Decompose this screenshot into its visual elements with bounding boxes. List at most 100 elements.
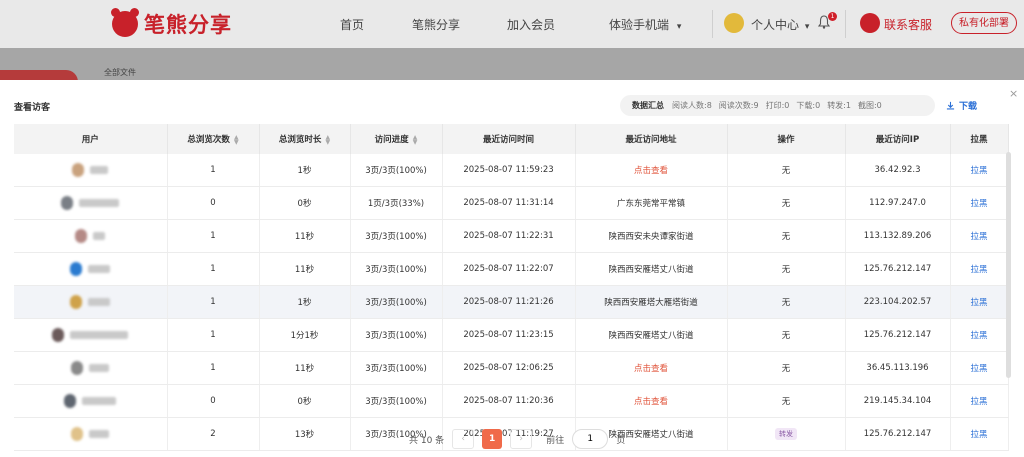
view-address-link[interactable]: 点击查看 <box>634 397 668 407</box>
block-column: 拉黑 <box>950 219 1009 253</box>
views-column: 2 <box>167 417 260 451</box>
address-column: 陕西西安未央谭家街道 <box>575 219 728 253</box>
views-cell: 1 <box>210 165 216 175</box>
progress-cell: 3页/3页(100%) <box>365 397 427 407</box>
block-link[interactable]: 拉黑 <box>970 397 987 407</box>
user-name-blurred <box>90 166 109 174</box>
progress-column: 1页/3页(33%) <box>350 186 443 220</box>
avatar <box>61 196 74 210</box>
block-link[interactable]: 拉黑 <box>970 331 987 341</box>
duration-column: 0秒 <box>259 384 351 418</box>
customer-service-icon[interactable] <box>860 13 880 33</box>
progress-cell: 3页/3页(100%) <box>365 232 427 242</box>
views-cell: 1 <box>210 363 216 373</box>
user-avatar[interactable] <box>724 13 744 33</box>
column-header[interactable]: 总浏览时长 ▲ ▼ <box>259 124 351 154</box>
progress-column: 3页/3页(100%) <box>350 252 443 286</box>
table-row[interactable]: 0 0秒 3页/3页(100%) 2025-08-07 11:20:36 点击查看 无 21… <box>14 384 1009 418</box>
duration-cell: 0秒 <box>297 199 312 209</box>
op-column: 无 <box>727 154 846 187</box>
address-cell: 陕西西安雁塔丈八街道 <box>608 265 694 275</box>
op-column: 转发 <box>727 417 846 451</box>
views-cell: 1 <box>210 231 216 241</box>
nav-divider <box>712 10 713 38</box>
brand-name: 笔熊分享 <box>144 13 232 37</box>
block-column: 拉黑 <box>950 417 1009 451</box>
progress-column: 3页/3页(100%) <box>350 351 443 385</box>
last-visit-time-cell: 2025-08-07 11:22:31 <box>463 231 554 241</box>
top-navbar: 笔熊分享 首页 笔熊分享 加入会员 体验手机端 ▾ 个人中心 ▾ 1 联系客服 … <box>0 0 1024 48</box>
user-center-menu[interactable]: 个人中心 ▾ <box>751 16 809 33</box>
last-visit-time-cell: 2025-08-07 11:22:07 <box>463 264 554 274</box>
duration-column: 11秒 <box>259 351 351 385</box>
table-row[interactable]: 1 1秒 3页/3页(100%) 2025-08-07 11:59:23 点击查看 无 36… <box>14 154 1009 187</box>
goto-label: 前往 <box>546 435 565 446</box>
avatar <box>75 229 88 243</box>
view-address-link[interactable]: 点击查看 <box>634 166 668 176</box>
current-page[interactable]: 1 <box>482 429 503 449</box>
page-unit: 页 <box>616 435 626 446</box>
block-link[interactable]: 拉黑 <box>970 232 987 242</box>
last-visit-time-cell: 2025-08-07 11:21:26 <box>463 297 554 307</box>
address-column: 陕西西安雁塔丈八街道 <box>575 318 728 352</box>
brand-logo[interactable]: 笔熊分享 <box>111 8 232 39</box>
action-cell: 无 <box>781 232 791 242</box>
views-cell: 0 <box>210 198 216 208</box>
user-name-blurred <box>93 232 106 240</box>
progress-cell: 3页/3页(100%) <box>365 331 427 341</box>
view-address-link[interactable]: 点击查看 <box>634 364 668 374</box>
sort-icon[interactable]: ▲ ▼ <box>234 134 239 145</box>
download-label: 下载 <box>959 102 978 112</box>
nav-item-home[interactable]: 首页 <box>340 16 364 33</box>
table-scrollbar[interactable] <box>1006 152 1011 378</box>
table-row[interactable]: 1 11秒 3页/3页(100%) 2025-08-07 12:06:25 点击查看 无 3… <box>14 351 1009 385</box>
block-link[interactable]: 拉黑 <box>970 265 987 275</box>
table-row[interactable]: 1 11秒 3页/3页(100%) 2025-08-07 11:22:31 陕西西安未央… <box>14 219 1009 253</box>
duration-column: 0秒 <box>259 186 351 220</box>
block-link[interactable]: 拉黑 <box>970 199 987 209</box>
column-header: 最近访问时间 <box>442 124 576 154</box>
address-column: 点击查看 <box>575 154 728 187</box>
goto-page-input[interactable] <box>572 429 609 449</box>
nav-item-membership[interactable]: 加入会员 <box>507 16 555 33</box>
column-header[interactable]: 访问进度 ▲ ▼ <box>350 124 443 154</box>
avatar <box>72 163 85 177</box>
ip-cell: 36.42.92.3 <box>874 165 921 175</box>
column-header[interactable]: 总浏览次数 ▲ ▼ <box>167 124 260 154</box>
time-column: 2025-08-07 12:06:25 <box>442 351 576 385</box>
duration-column: 11秒 <box>259 252 351 286</box>
op-column: 无 <box>727 285 846 319</box>
nav-item-mobile[interactable]: 体验手机端 ▾ <box>609 16 681 33</box>
address-cell: 陕西西安雁塔大雁塔街道 <box>604 298 698 308</box>
close-icon[interactable]: × <box>1009 87 1018 100</box>
duration-cell: 11秒 <box>294 232 315 242</box>
action-cell: 无 <box>781 397 791 407</box>
sort-icon[interactable]: ▲ ▼ <box>413 134 418 145</box>
time-column: 2025-08-07 11:21:26 <box>442 285 576 319</box>
nav-item-share[interactable]: 笔熊分享 <box>412 16 460 33</box>
block-link[interactable]: 拉黑 <box>970 298 987 308</box>
user-name-blurred <box>89 364 110 372</box>
duration-cell: 0秒 <box>297 397 312 407</box>
views-cell: 1 <box>210 330 216 340</box>
table-row[interactable]: 0 0秒 1页/3页(33%) 2025-08-07 11:31:14 广东东莞常平常镇… <box>14 186 1009 220</box>
private-deploy-button[interactable]: 私有化部署 <box>951 12 1017 34</box>
sort-icon[interactable]: ▲ ▼ <box>325 134 330 145</box>
progress-column: 3页/3页(100%) <box>350 219 443 253</box>
block-link[interactable]: 拉黑 <box>970 364 987 374</box>
user-cell <box>14 252 168 286</box>
customer-service-link[interactable]: 联系客服 <box>884 16 932 33</box>
block-link[interactable]: 拉黑 <box>970 166 987 176</box>
table-row[interactable]: 1 11秒 3页/3页(100%) 2025-08-07 11:22:07 陕西西安雁塔… <box>14 252 1009 286</box>
table-row[interactable]: 1 1分1秒 3页/3页(100%) 2025-08-07 11:23:15 陕西西安雁… <box>14 318 1009 352</box>
block-link[interactable]: 拉黑 <box>970 430 987 440</box>
table-row[interactable]: 1 1秒 3页/3页(100%) 2025-08-07 11:21:26 陕西西安雁塔大… <box>14 285 1009 319</box>
column-header-label: 用户 <box>81 135 99 145</box>
next-page-button[interactable]: › <box>510 429 533 449</box>
views-cell: 0 <box>210 396 216 406</box>
download-button[interactable]: 下载 <box>946 99 977 112</box>
prev-page-button[interactable]: ‹ <box>452 429 475 449</box>
duration-cell: 11秒 <box>294 265 315 275</box>
progress-cell: 3页/3页(100%) <box>365 265 427 275</box>
duration-column: 1分1秒 <box>259 318 351 352</box>
